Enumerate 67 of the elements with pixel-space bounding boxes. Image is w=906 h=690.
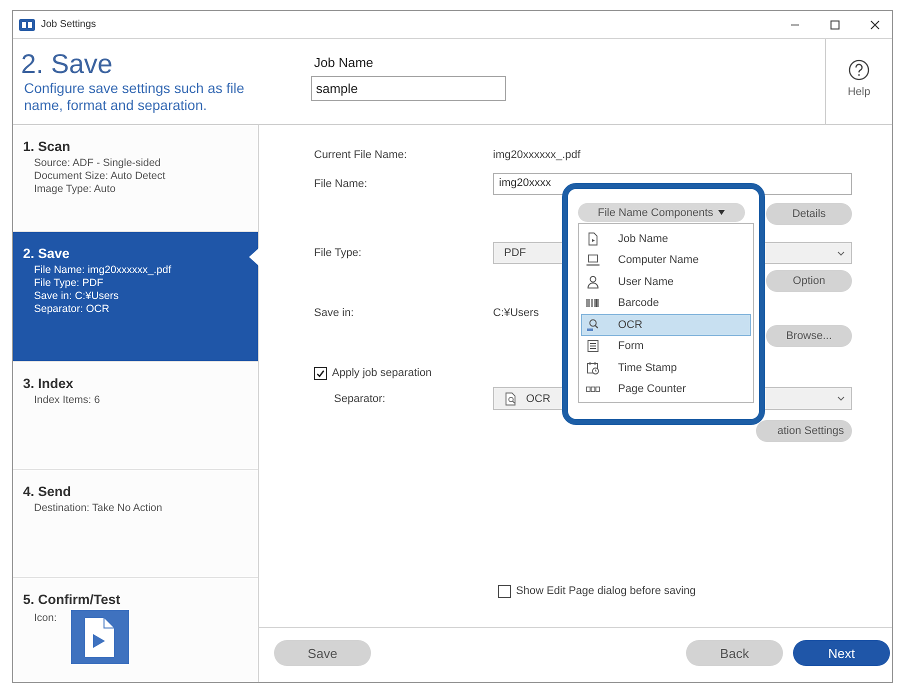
menu-item[interactable]: Page Counter xyxy=(581,378,751,400)
window-title: Job Settings xyxy=(41,19,96,30)
document-magnifier-icon xyxy=(504,392,518,406)
option-button[interactable]: Option xyxy=(766,270,852,292)
step-title: 5. Confirm/Test xyxy=(23,592,120,607)
laptop-icon xyxy=(586,253,600,268)
browse-button[interactable]: Browse... xyxy=(766,325,852,347)
save-in-path: C:¥Users xyxy=(493,307,539,319)
menu-item[interactable]: OCR xyxy=(581,314,751,336)
form-icon xyxy=(586,339,600,354)
current-file-name-value: img20xxxxxx_.pdf xyxy=(493,149,580,161)
step-summary-line: Index Items: 6 xyxy=(34,394,100,407)
step-summary-line: File Type: PDF xyxy=(34,277,104,290)
save-in-label: Save in: xyxy=(314,307,355,319)
step-title: 3. Index xyxy=(23,376,74,391)
maximize-icon[interactable] xyxy=(830,20,840,30)
help-icon xyxy=(848,59,870,81)
person-icon xyxy=(586,274,600,289)
step-panel[interactable]: 3. Index Index Items: 6 xyxy=(13,362,258,470)
job-name-label: Job Name xyxy=(314,55,374,70)
menu-item[interactable]: Barcode xyxy=(581,292,751,314)
page-title: 2. Save xyxy=(21,49,113,79)
details-button[interactable]: Details xyxy=(766,203,852,225)
close-icon[interactable] xyxy=(870,20,880,30)
menu-item[interactable]: Form xyxy=(581,336,751,357)
app-icon xyxy=(19,18,35,30)
caret-icon xyxy=(718,210,726,215)
step-summary-line: Document Size: Auto Detect xyxy=(34,170,166,183)
step-summary-line: Destination: Take No Action xyxy=(34,502,162,515)
job-name-field[interactable]: sample xyxy=(311,76,506,101)
apply-job-separation-label: Apply job separation xyxy=(332,367,432,379)
calendar-clock-icon xyxy=(586,360,600,375)
step-summary-line: Save in: C:¥Users xyxy=(34,290,119,303)
step-title: 4. Send xyxy=(23,484,72,499)
step-summary-line: Separator: OCR xyxy=(34,303,110,316)
file-name-label: File Name: xyxy=(314,178,368,190)
step-panel[interactable]: 2. Save File Name: img20xxxxxx_.pdf File Type: PDF Save in: C:¥Users Separator: OCR xyxy=(13,232,258,362)
chevron-down-icon xyxy=(837,396,845,401)
current-file-name-label: Current File Name: xyxy=(314,149,408,161)
separation-settings-button[interactable]: ation Settings xyxy=(756,420,852,442)
file-type-label: File Type: xyxy=(314,247,362,259)
separator-label: Separator: xyxy=(333,392,386,404)
back-button[interactable]: Back xyxy=(686,640,783,666)
file-name-components-button[interactable]: File Name Components xyxy=(578,203,745,222)
chevron-down-icon xyxy=(837,250,845,256)
menu-item[interactable]: Time Stamp xyxy=(581,357,751,378)
checkbox[interactable] xyxy=(314,366,327,380)
save-button[interactable]: Save xyxy=(274,640,371,666)
document-play-icon xyxy=(70,610,129,664)
menu-item[interactable]: User Name xyxy=(581,271,751,292)
page-description: Configure save settings such as file name, format and separation. xyxy=(24,80,246,114)
show-edit-page-label: Show Edit Page dialog before saving xyxy=(516,585,696,597)
checkbox[interactable] xyxy=(498,584,511,598)
menu-item[interactable]: Job Name xyxy=(581,228,751,250)
menu-item[interactable]: Computer Name xyxy=(581,250,751,271)
magnifier-icon xyxy=(586,318,600,332)
help-button[interactable]: Help xyxy=(825,39,892,124)
step-summary-line: Source: ADF - Single-sided xyxy=(34,157,161,170)
document-icon xyxy=(586,232,600,246)
step-title: 2. Save xyxy=(23,246,70,261)
next-button[interactable]: Next xyxy=(793,640,890,666)
step-summary-line: File Name: img20xxxxxx_.pdf xyxy=(34,264,172,277)
step-summary-line: Image Type: Auto xyxy=(34,183,116,196)
step-title: 1. Scan xyxy=(23,139,70,154)
step-summary-line: Icon: xyxy=(34,612,57,625)
step-panel[interactable]: 4. Send Destination: Take No Action xyxy=(13,470,258,578)
step-panel[interactable]: 5. Confirm/Test Icon: xyxy=(13,578,258,682)
